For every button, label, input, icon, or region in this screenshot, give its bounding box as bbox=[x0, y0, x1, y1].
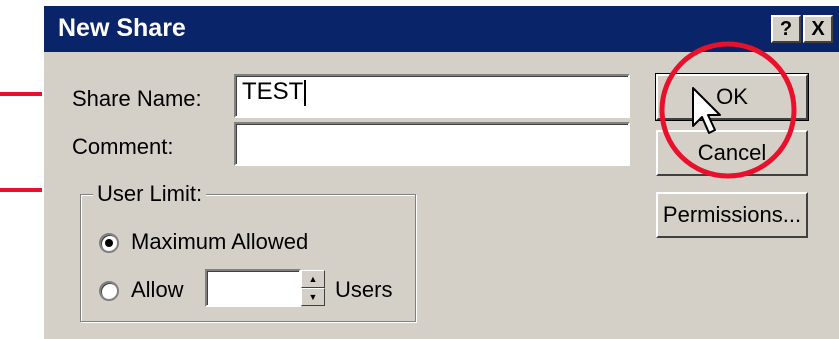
title-bar: New Share ? X bbox=[44, 6, 839, 52]
share-name-label: Share Name: bbox=[72, 86, 202, 111]
window-title: New Share bbox=[58, 14, 186, 42]
close-button[interactable]: X bbox=[803, 15, 833, 43]
comment-input[interactable] bbox=[234, 122, 630, 166]
allow-radio[interactable] bbox=[99, 281, 119, 301]
text-caret bbox=[304, 79, 307, 106]
user-limit-group: User Limit: Maximum Allowed Allow ▲ ▼ Us… bbox=[80, 181, 416, 322]
users-spinner: ▲ ▼ bbox=[301, 270, 325, 306]
maximum-allowed-radio[interactable] bbox=[99, 233, 119, 253]
spinner-down-button[interactable]: ▼ bbox=[301, 288, 325, 306]
user-limit-legend: User Limit: bbox=[93, 181, 207, 207]
radio-selected-dot bbox=[105, 239, 113, 247]
screenshot-stage: New Share ? X Share Name: TEST Comment: … bbox=[0, 0, 839, 339]
comment-label: Comment: bbox=[72, 134, 174, 159]
maximum-allowed-label[interactable]: Maximum Allowed bbox=[131, 229, 308, 255]
ok-button[interactable]: OK bbox=[655, 73, 809, 121]
permissions-button[interactable]: Permissions... bbox=[656, 192, 808, 238]
cancel-button[interactable]: Cancel bbox=[656, 130, 808, 176]
allow-users-input[interactable] bbox=[205, 269, 301, 307]
allow-label[interactable]: Allow bbox=[131, 277, 184, 303]
new-share-dialog: New Share ? X Share Name: TEST Comment: … bbox=[42, 6, 839, 339]
share-name-value: TEST bbox=[242, 78, 304, 105]
share-name-input[interactable]: TEST bbox=[234, 74, 630, 118]
help-button[interactable]: ? bbox=[771, 15, 801, 43]
spinner-up-button[interactable]: ▲ bbox=[301, 270, 325, 288]
users-label: Users bbox=[335, 277, 393, 302]
